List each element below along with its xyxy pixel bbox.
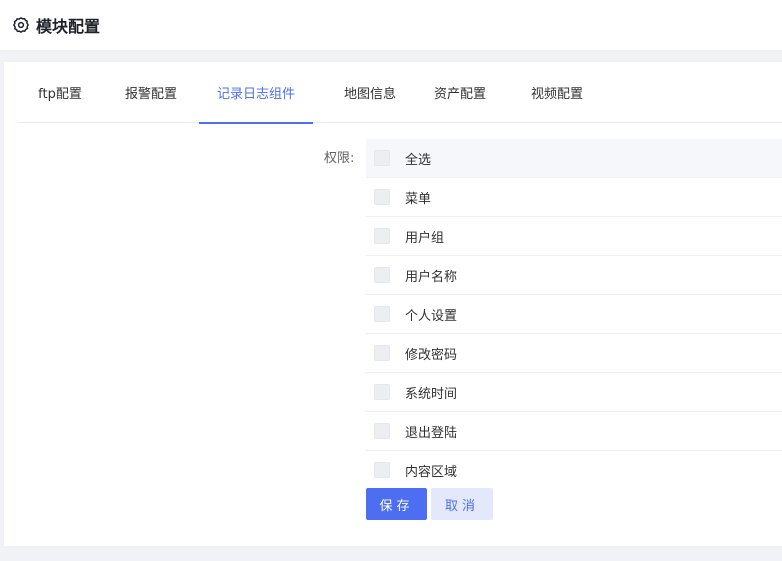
permission-item-label: 菜单: [405, 191, 432, 207]
permission-item-logout[interactable]: 退出登陆: [366, 412, 782, 451]
permission-label: 权限:: [324, 151, 355, 166]
change-password-checkbox[interactable]: [374, 345, 390, 361]
tab-video-config[interactable]: 视频配置: [515, 62, 599, 123]
tab-ftp-config[interactable]: ftp配置: [18, 62, 102, 123]
permission-item-label: 修改密码: [405, 347, 458, 363]
user-group-checkbox[interactable]: [374, 228, 390, 244]
gear-icon: [12, 16, 30, 34]
tab-log-component[interactable]: 记录日志组件: [199, 62, 313, 124]
permission-item-label: 用户组: [405, 230, 445, 246]
permission-item-user-group[interactable]: 用户组: [366, 217, 782, 256]
permission-item-label: 退出登陆: [405, 425, 458, 441]
tab-alarm-config[interactable]: 报警配置: [109, 62, 193, 123]
personal-settings-checkbox[interactable]: [374, 306, 390, 322]
save-button[interactable]: 保存: [366, 488, 427, 520]
permission-item-label: 个人设置: [405, 308, 458, 324]
permission-item-change-password[interactable]: 修改密码: [366, 334, 782, 373]
page-title: 模块配置: [36, 17, 101, 36]
logout-checkbox[interactable]: [374, 423, 390, 439]
permission-item-label: 内容区域: [405, 464, 458, 480]
select-all-checkbox[interactable]: [374, 150, 390, 166]
cancel-button[interactable]: 取消: [431, 488, 493, 520]
permission-list: 全选 菜单 用户组 用户名称 个人设置 修改密码 系统时间 退出登陆 内容区域: [366, 139, 782, 479]
tab-bar: ftp配置 报警配置 记录日志组件 地图信息 资产配置 视频配置: [18, 62, 782, 124]
permission-item-system-time[interactable]: 系统时间: [366, 373, 782, 412]
system-time-checkbox[interactable]: [374, 384, 390, 400]
permission-item-label: 系统时间: [405, 386, 458, 402]
permission-item-menu[interactable]: 菜单: [366, 178, 782, 217]
permission-item-label: 用户名称: [405, 269, 458, 285]
menu-checkbox[interactable]: [374, 189, 390, 205]
permission-item-label: 全选: [405, 152, 432, 168]
permission-item-personal-settings[interactable]: 个人设置: [366, 295, 782, 334]
config-card: ftp配置 报警配置 记录日志组件 地图信息 资产配置 视频配置 权限: 全选 …: [4, 62, 782, 546]
permission-item-content-area[interactable]: 内容区域: [366, 451, 782, 479]
page-header: 模块配置: [0, 0, 782, 50]
permission-item-select-all[interactable]: 全选: [366, 139, 782, 178]
permission-item-user-name[interactable]: 用户名称: [366, 256, 782, 295]
user-name-checkbox[interactable]: [374, 267, 390, 283]
content-area-checkbox[interactable]: [374, 462, 390, 478]
tab-map-info[interactable]: 地图信息: [328, 62, 412, 123]
tab-asset-config[interactable]: 资产配置: [418, 62, 502, 123]
